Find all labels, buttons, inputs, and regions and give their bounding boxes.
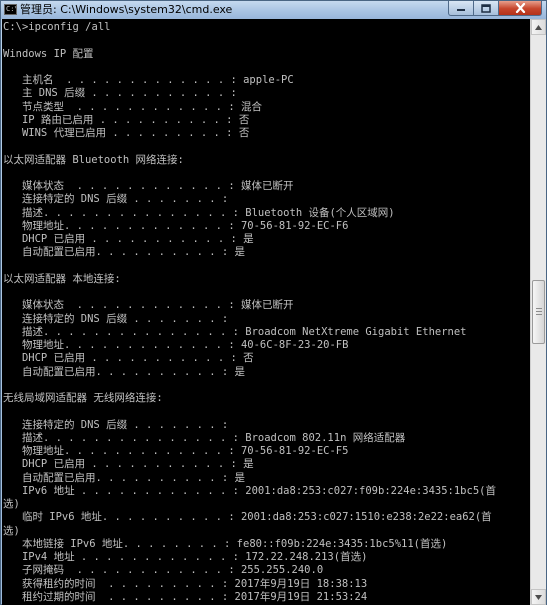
close-icon — [515, 3, 525, 13]
title-bar[interactable]: C:\ 管理员: C:\Windows\system32\cmd.exe — [1, 1, 546, 19]
console-line: 物理地址. . . . . . . . . . . . . : 70-56-81… — [3, 219, 349, 232]
console-line: IPv4 地址 . . . . . . . . . . . . : 172.22… — [3, 551, 368, 563]
console-line: 连接特定的 DNS 后缀 . . . . . . . : — [3, 193, 229, 206]
console-line: 自动配置已启用. . . . . . . . . . : 是 — [3, 365, 246, 378]
thumb-grip — [536, 314, 542, 315]
console-line: DHCP 已启用 . . . . . . . . . . . : 否 — [3, 352, 254, 365]
window-controls — [448, 1, 542, 17]
console-line: 无线局域网适配器 无线网络连接: — [3, 392, 163, 404]
window-title: 管理员: C:\Windows\system32\cmd.exe — [20, 3, 233, 16]
console-line: 连接特定的 DNS 后缀 . . . . . . . : — [3, 418, 229, 431]
console-line: 描述. . . . . . . . . . . . . . . : Broadc… — [3, 325, 467, 338]
console-line: WINS 代理已启用 . . . . . . . . . : 否 — [3, 127, 250, 139]
console-line: 节点类型 . . . . . . . . . . . . : 混合 — [3, 100, 262, 113]
arrow-down-icon — [535, 594, 542, 600]
console-line: DHCP 已启用 . . . . . . . . . . . : 是 — [3, 233, 254, 245]
console-line: 以太网适配器 Bluetooth 网络连接: — [3, 153, 184, 166]
console-line: 选) — [3, 524, 20, 537]
console-line: IP 路由已启用 . . . . . . . . . . : 否 — [3, 113, 250, 126]
console-lines: C:\>ipconfig /all Windows IP 配置 主机名 . . .… — [3, 21, 496, 604]
console-line: 描述. . . . . . . . . . . . . . . : Broadc… — [3, 431, 406, 444]
console-line: 描述. . . . . . . . . . . . . . . : Blueto… — [3, 206, 395, 219]
console-line: 子网掩码 . . . . . . . . . . . . : 255.255.2… — [3, 564, 324, 577]
console-line: 自动配置已启用. . . . . . . . . . : 是 — [3, 246, 246, 259]
console-app-icon[interactable]: C:\ — [4, 4, 17, 15]
scroll-thumb[interactable] — [532, 280, 545, 344]
console-line: 本地链接 IPv6 地址. . . . . . . . : fe80::f09b… — [3, 537, 448, 550]
minimize-button[interactable] — [448, 1, 474, 16]
console-line: 连接特定的 DNS 后缀 . . . . . . . : — [3, 312, 229, 325]
console-line: 自动配置已启用. . . . . . . . . . : 是 — [3, 471, 246, 484]
console-line: 选) — [3, 498, 20, 510]
arrow-up-icon — [535, 24, 542, 30]
console-line: Windows IP 配置 — [3, 47, 94, 60]
console-line: 主机名 . . . . . . . . . . . . . : apple-PC — [3, 74, 294, 86]
console-line: 物理地址. . . . . . . . . . . . . : 40-6C-8F… — [3, 339, 349, 351]
maximize-button[interactable] — [474, 1, 499, 16]
vertical-scrollbar[interactable] — [530, 19, 546, 605]
console-line: 主 DNS 后缀 . . . . . . . . . . . : — [3, 87, 237, 100]
close-button[interactable] — [499, 1, 542, 16]
thumb-grip — [536, 311, 542, 312]
maximize-icon — [481, 3, 491, 13]
scroll-down-button[interactable] — [531, 589, 546, 605]
console-line: 物理地址. . . . . . . . . . . . . : 70-56-81… — [3, 445, 349, 457]
console-output[interactable]: C:\>ipconfig /all Windows IP 配置 主机名 . . .… — [2, 19, 530, 605]
thumb-grip — [536, 308, 542, 309]
console-line: C:\>ipconfig /all — [3, 21, 111, 33]
console-line: 临时 IPv6 地址. . . . . . . . . . : 2001:da8… — [3, 511, 492, 524]
console-line: 获得租约的时间 . . . . . . . . . : 2017年9月19日 1… — [3, 577, 368, 590]
console-line: 以太网适配器 本地连接: — [3, 272, 121, 285]
scroll-up-button[interactable] — [531, 19, 546, 35]
minimize-icon — [457, 9, 465, 11]
console-line: 媒体状态 . . . . . . . . . . . . : 媒体已断开 — [3, 299, 294, 312]
console-line: IPv6 地址 . . . . . . . . . . . . : 2001:d… — [3, 484, 496, 497]
console-line: DHCP 已启用 . . . . . . . . . . . : 是 — [3, 458, 254, 471]
console-line: 租约过期的时间 . . . . . . . . . : 2017年9月19日 2… — [3, 590, 368, 603]
console-window: C:\ 管理员: C:\Windows\system32\cmd.exe — [0, 0, 547, 605]
console-line: 媒体状态 . . . . . . . . . . . . : 媒体已断开 — [3, 180, 294, 192]
